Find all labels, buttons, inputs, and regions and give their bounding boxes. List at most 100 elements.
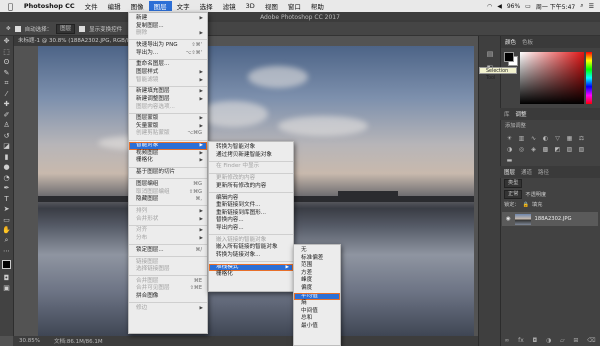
- move-tool-icon[interactable]: ✥: [6, 26, 11, 32]
- stack-mode-menu-item[interactable]: 熵: [294, 300, 340, 308]
- layer-menu-item[interactable]: 图层样式 ▶: [129, 69, 207, 77]
- lookup-icon[interactable]: ▩: [541, 145, 550, 153]
- tab-libraries[interactable]: 库: [504, 110, 510, 118]
- levels-icon[interactable]: ▥: [517, 134, 526, 142]
- healing-icon[interactable]: ✚: [0, 99, 13, 110]
- layer-menu-item[interactable]: 基于图层的切片: [129, 169, 207, 177]
- layer-menu-item[interactable]: 选择链接图层: [129, 266, 207, 274]
- menu-layer[interactable]: 图层: [148, 1, 172, 11]
- path-select-icon[interactable]: ➤: [0, 204, 13, 215]
- threshold-icon[interactable]: ▧: [577, 145, 586, 153]
- crop-icon[interactable]: ⌗: [0, 78, 13, 89]
- stack-mode-menu-item[interactable]: 范围: [294, 262, 340, 270]
- document-tab[interactable]: 未标题-1 @ 30.8% (188A2302.JPG, RGB/8): [14, 36, 136, 46]
- doc-size[interactable]: 文档:86.1M/86.1M: [54, 337, 103, 345]
- color-balance-icon[interactable]: ⚖: [577, 134, 586, 142]
- layer-menu-item[interactable]: 新建 ▶: [129, 15, 207, 23]
- fx-icon[interactable]: fx: [518, 337, 524, 344]
- layer-menu-item[interactable]: 导出为... ⌥⇧⌘': [129, 50, 207, 58]
- stack-mode-menu-item[interactable]: 总和: [294, 315, 340, 323]
- layer-menu-item[interactable]: 合并形状 ▶: [129, 216, 207, 224]
- tab-swatches[interactable]: 色板: [522, 38, 533, 46]
- swatch-fg-bg-icon[interactable]: [0, 257, 13, 273]
- eye-icon[interactable]: ◉: [506, 216, 511, 222]
- adjustment-icon[interactable]: ◑: [546, 337, 551, 344]
- layer-menu-item[interactable]: 快速导出为 PNG ⇧⌘': [129, 42, 207, 50]
- curves-icon[interactable]: ∿: [529, 134, 538, 142]
- menu-file[interactable]: 文件: [80, 1, 103, 11]
- smart-object-menu-item[interactable]: 转换为智能对象: [209, 144, 293, 152]
- smart-object-menu-item[interactable]: 更新所有修改的内容: [209, 183, 293, 191]
- layer-menu-item[interactable]: 创建剪贴蒙版 ⌥⌘G: [129, 130, 207, 138]
- hue-sat-icon[interactable]: ▦: [565, 134, 574, 142]
- kind-filter[interactable]: 类型: [504, 179, 523, 188]
- layer-menu-item[interactable]: 重命名图层...: [129, 61, 207, 69]
- layer-row[interactable]: ◉ 188A2302.JPG: [502, 212, 598, 226]
- smart-object-menu-item[interactable]: 更新修改的内容: [209, 175, 293, 183]
- marquee-icon[interactable]: ⬚: [0, 47, 13, 58]
- blur-icon[interactable]: ●: [0, 162, 13, 173]
- move-icon[interactable]: ✥: [0, 36, 13, 47]
- layer-menu-item[interactable]: 锁定图层... ⌘/: [129, 247, 207, 255]
- quick-mask-icon[interactable]: ◘: [0, 273, 13, 284]
- layer-menu-item[interactable]: 合并可见图层 ⇧⌘E: [129, 285, 207, 293]
- exposure-icon[interactable]: ◐: [541, 134, 550, 142]
- layer-menu-item[interactable]: 分布 ▶: [129, 235, 207, 243]
- mask-icon[interactable]: ◘: [533, 337, 538, 344]
- apple-icon[interactable]: : [0, 2, 19, 11]
- auto-select-dropdown[interactable]: 图层: [56, 23, 76, 34]
- zoom-icon[interactable]: ⌕: [0, 236, 13, 247]
- layer-menu-item[interactable]: 隐藏图层 ⌘,: [129, 196, 207, 204]
- layer-menu-item[interactable]: 图层内容选项...: [129, 104, 207, 112]
- menu-3d[interactable]: 3D: [241, 2, 260, 10]
- eyedropper-icon[interactable]: ⁄: [0, 89, 13, 100]
- stack-mode-menu-item[interactable]: 无: [294, 247, 340, 255]
- brush-icon[interactable]: ✐: [0, 110, 13, 121]
- tab-color[interactable]: 颜色: [505, 38, 516, 46]
- layer-menu-item[interactable]: 对齐 ▶: [129, 227, 207, 235]
- tab-paths[interactable]: 路径: [538, 168, 549, 176]
- volume-icon[interactable]: ◀: [497, 3, 502, 10]
- menu-view[interactable]: 视图: [260, 1, 283, 11]
- history-brush-icon[interactable]: ↺: [0, 131, 13, 142]
- layer-menu-item[interactable]: 智能对象 ▶: [129, 142, 207, 150]
- hue-slider[interactable]: [586, 52, 592, 104]
- menu-window[interactable]: 窗口: [283, 1, 306, 11]
- stack-mode-menu-item[interactable]: 峰度: [294, 277, 340, 285]
- smart-object-menu-item[interactable]: 栅格化: [209, 271, 293, 279]
- search-icon[interactable]: ⌕: [580, 2, 583, 10]
- quick-select-icon[interactable]: ✎: [0, 68, 13, 79]
- stack-mode-menu-item[interactable]: 最小值: [294, 323, 340, 331]
- hand-icon[interactable]: ✋: [0, 225, 13, 236]
- menu-filter[interactable]: 滤镜: [218, 1, 241, 11]
- auto-select-checkbox[interactable]: [14, 25, 21, 32]
- menu-help[interactable]: 帮助: [306, 1, 329, 11]
- layer-menu-item[interactable]: 排列 ▶: [129, 208, 207, 216]
- rectangle-icon[interactable]: ▭: [0, 215, 13, 226]
- smart-object-menu-item[interactable]: 嵌入所有链接的智能对象: [209, 244, 293, 252]
- smart-object-menu-item[interactable]: 在 Finder 中显示: [209, 163, 293, 171]
- smart-object-menu-item[interactable]: 导出内容...: [209, 225, 293, 233]
- color-picker-field[interactable]: [520, 52, 584, 104]
- menu-edit[interactable]: 编辑: [103, 1, 126, 11]
- new-layer-icon[interactable]: ⊞: [573, 337, 578, 344]
- eraser-icon[interactable]: ◪: [0, 141, 13, 152]
- menu-select[interactable]: 选择: [195, 1, 218, 11]
- history-icon[interactable]: ▤: [479, 50, 501, 58]
- menu-app[interactable]: Photoshop CC: [19, 2, 80, 10]
- smart-object-menu-item[interactable]: 重新链接到文件...: [209, 202, 293, 210]
- clock[interactable]: 周一 下午5:47: [536, 2, 575, 11]
- layer-menu-item[interactable]: 智能滤镜 ▶: [129, 77, 207, 85]
- smart-object-menu-item[interactable]: 通过拷贝新建智能对象: [209, 152, 293, 160]
- link-icon[interactable]: ∞: [504, 337, 509, 344]
- layer-menu-item[interactable]: 新建填充图层 ▶: [129, 88, 207, 96]
- dodge-icon[interactable]: ◔: [0, 173, 13, 184]
- layer-menu-item[interactable]: 栅格化 ▶: [129, 157, 207, 165]
- layer-menu-item[interactable]: 修边 ▶: [129, 305, 207, 313]
- transform-controls-checkbox[interactable]: [79, 25, 86, 32]
- smart-object-menu-item[interactable]: 转换为链接对象...: [209, 252, 293, 260]
- battery-percent[interactable]: 96%: [507, 3, 520, 10]
- stack-mode-menu-item[interactable]: 偏度: [294, 285, 340, 293]
- brightness-icon[interactable]: ☀: [505, 134, 514, 142]
- posterize-icon[interactable]: ▨: [565, 145, 574, 153]
